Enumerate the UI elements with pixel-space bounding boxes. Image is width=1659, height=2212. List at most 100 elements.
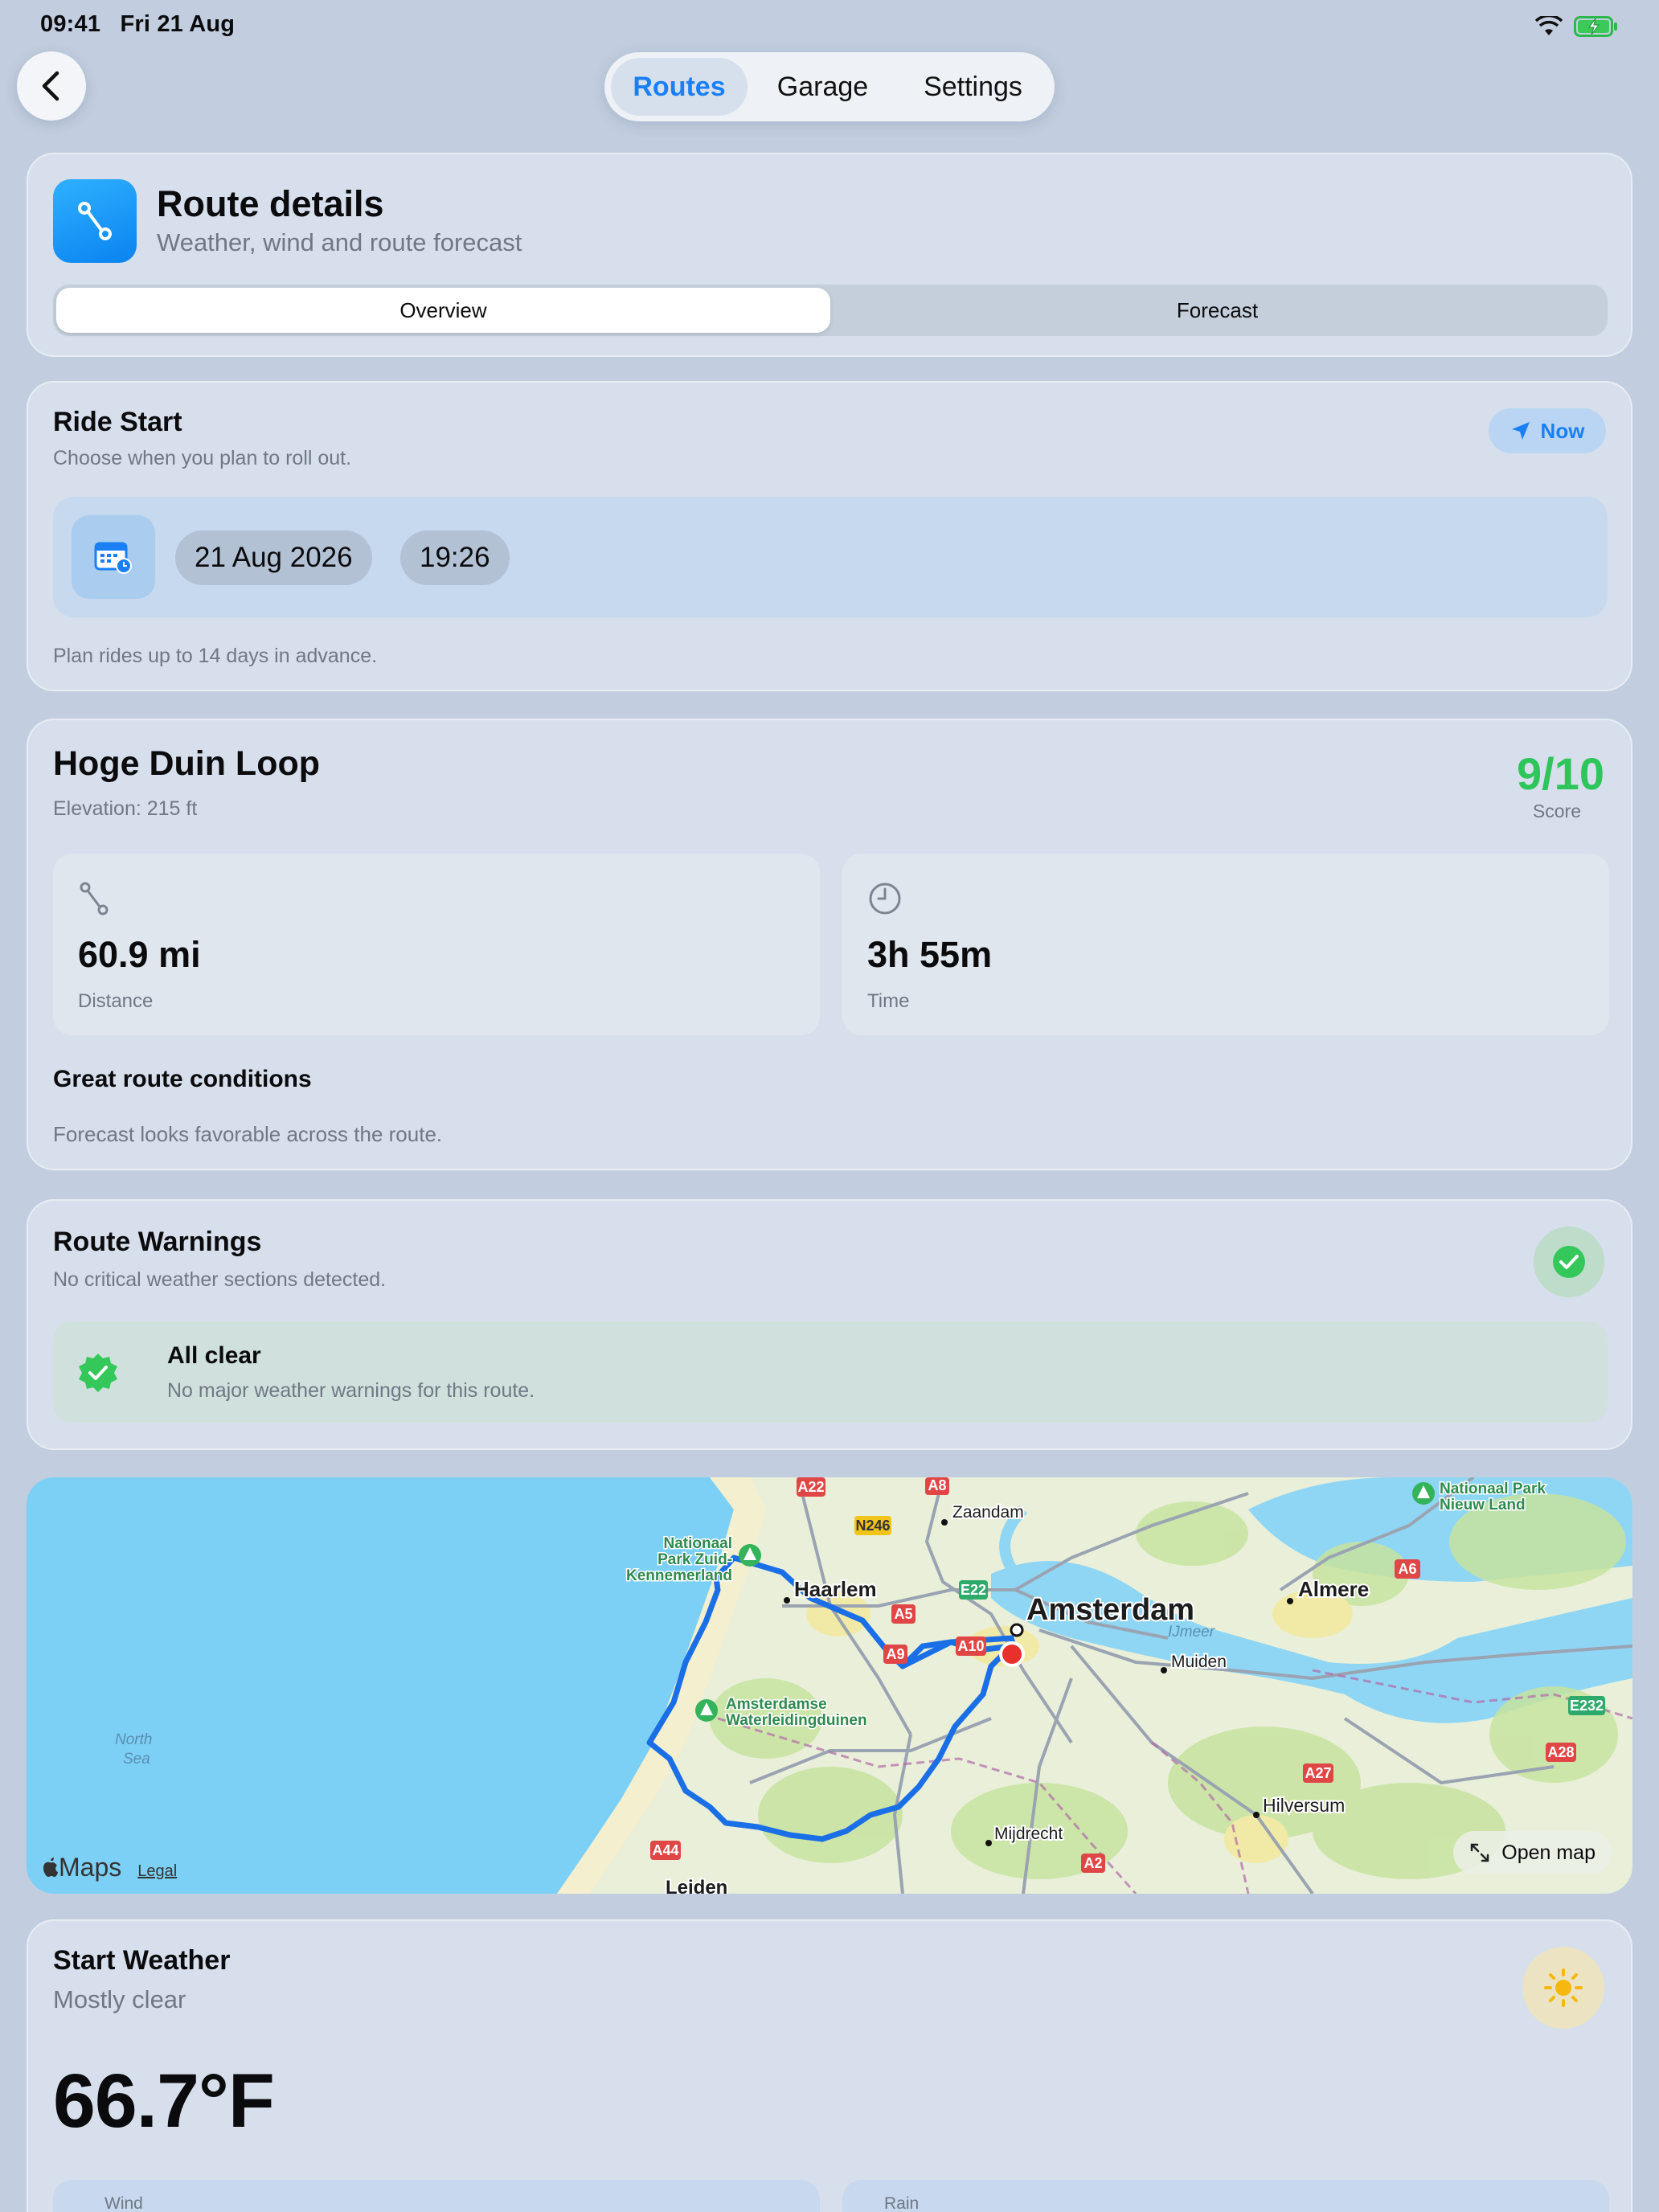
road-sign: A22 xyxy=(797,1479,824,1495)
road-sign: A44 xyxy=(652,1842,678,1858)
map-label-park: Kennemerland xyxy=(626,1567,732,1584)
tab-settings[interactable]: Settings xyxy=(898,58,1048,116)
route-warnings-card: Route Warnings No critical weather secti… xyxy=(27,1199,1632,1450)
top-tab-bar: Routes Garage Settings xyxy=(604,52,1055,121)
all-clear-banner: All clear No major weather warnings for … xyxy=(53,1321,1608,1423)
ride-start-title: Ride Start xyxy=(53,407,182,437)
park-marker-icon xyxy=(739,1544,761,1567)
road-sign: A6 xyxy=(1398,1561,1416,1577)
map-label-town: Mijdrecht xyxy=(994,1825,1063,1843)
road-sign: E22 xyxy=(961,1582,986,1598)
rain-label: Rain xyxy=(884,2194,920,2212)
park-marker-icon xyxy=(1412,1482,1435,1505)
map-label-town: Muiden xyxy=(1171,1653,1227,1671)
maps-attribution: Maps Legal xyxy=(41,1853,177,1882)
map-label-town: Hilversum xyxy=(1263,1795,1345,1816)
road-sign: A27 xyxy=(1305,1765,1331,1781)
warnings-title: Route Warnings xyxy=(53,1227,262,1257)
all-clear-text: No major weather warnings for this route… xyxy=(167,1379,535,1402)
park-marker-icon xyxy=(695,1699,718,1722)
status-date: Fri 21 Aug xyxy=(120,11,236,37)
map-label-park: Nationaal xyxy=(663,1535,732,1552)
map-label-park: Amsterdamse xyxy=(726,1696,827,1713)
map-label-city: Haarlem xyxy=(794,1577,877,1601)
warnings-subtitle: No critical weather sections detected. xyxy=(53,1268,387,1291)
distance-value: 60.9 mi xyxy=(78,934,201,975)
route-details-header-card: Route details Weather, wind and route fo… xyxy=(27,153,1632,357)
map-label-park: Waterleidingduinen xyxy=(726,1712,867,1729)
score-label: Score xyxy=(1532,801,1581,821)
plan-ahead-note: Plan rides up to 14 days in advance. xyxy=(53,645,378,667)
checkmark-circle-icon xyxy=(1534,1227,1604,1297)
open-map-label: Open map xyxy=(1501,1841,1596,1864)
route-icon xyxy=(53,179,137,263)
status-time: 09:41 xyxy=(40,11,101,37)
tab-garage[interactable]: Garage xyxy=(748,58,898,116)
time-picker[interactable]: 19:26 xyxy=(400,530,510,585)
segment-overview[interactable]: Overview xyxy=(56,288,830,333)
map-label-water: North xyxy=(115,1731,152,1748)
ride-start-subtitle: Choose when you plan to roll out. xyxy=(53,447,352,469)
segment-forecast[interactable]: Forecast xyxy=(830,288,1604,333)
rain-tile: Rain xyxy=(842,2180,1609,2212)
start-weather-title: Start Weather xyxy=(53,1945,231,1976)
road-sign: A8 xyxy=(928,1477,946,1493)
all-clear-title: All clear xyxy=(167,1342,261,1369)
map-label-park: Nieuw Land xyxy=(1440,1497,1526,1514)
checkmark-seal-icon xyxy=(79,1354,117,1392)
temperature-value: 66.7°F xyxy=(53,2058,275,2144)
overview-forecast-segmented-control: Overview Forecast xyxy=(53,285,1608,336)
calendar-clock-icon xyxy=(72,515,155,599)
expand-arrows-icon xyxy=(1471,1843,1489,1862)
conditions-title: Great route conditions xyxy=(53,1066,312,1092)
sun-icon xyxy=(1522,1947,1604,2029)
chevron-left-icon xyxy=(42,71,59,101)
distance-stat: 60.9 mi Distance xyxy=(53,854,820,1035)
road-sign: A28 xyxy=(1547,1744,1574,1760)
tab-routes[interactable]: Routes xyxy=(611,58,748,116)
maps-logo: Maps xyxy=(41,1853,121,1882)
battery-charging-icon xyxy=(1574,16,1617,37)
time-label: Time xyxy=(867,990,910,1012)
page-title: Route details xyxy=(157,183,384,224)
route-elevation: Elevation: 215 ft xyxy=(53,797,198,820)
map-label-park: Nationaal Park xyxy=(1440,1481,1546,1497)
distance-label: Distance xyxy=(78,990,154,1012)
route-name: Hoge Duin Loop xyxy=(53,744,320,783)
wind-tile: Wind xyxy=(53,2180,820,2212)
weather-condition: Mostly clear xyxy=(53,1985,186,2013)
route-map[interactable]: A22 A8 N246 E22 A5 A9 A10 A6 E232 A27 A2… xyxy=(27,1477,1632,1894)
legal-link[interactable]: Legal xyxy=(137,1862,177,1881)
wind-label: Wind xyxy=(104,2194,143,2212)
time-value: 3h 55m xyxy=(867,934,993,975)
now-button-label: Now xyxy=(1540,418,1585,443)
status-icons xyxy=(1535,16,1619,37)
now-button[interactable]: Now xyxy=(1489,408,1606,453)
location-arrow-icon xyxy=(1511,422,1530,440)
map-canvas[interactable]: A22 A8 N246 E22 A5 A9 A10 A6 E232 A27 A2… xyxy=(27,1477,1632,1894)
date-picker[interactable]: 21 Aug 2026 xyxy=(175,530,372,585)
time-stat: 3h 55m Time xyxy=(842,854,1609,1035)
start-weather-card: Start Weather Mostly clear 66.7°F Wind R… xyxy=(27,1919,1632,2212)
map-label-city: Leiden xyxy=(666,1877,727,1894)
apple-logo-icon xyxy=(43,1858,58,1877)
map-label-city: Amsterdam xyxy=(1026,1593,1194,1627)
map-label-city: Almere xyxy=(1298,1577,1369,1601)
route-icon xyxy=(80,882,109,916)
road-sign: A9 xyxy=(886,1646,904,1662)
map-label-park: Park Zuid- xyxy=(657,1551,732,1568)
back-button[interactable] xyxy=(17,51,86,121)
open-map-button[interactable]: Open map xyxy=(1453,1831,1612,1874)
wifi-icon xyxy=(1535,16,1563,35)
road-sign: E232 xyxy=(1570,1698,1604,1714)
date-time-picker: 21 Aug 2026 19:26 xyxy=(53,497,1608,617)
road-sign: A10 xyxy=(957,1638,984,1654)
conditions-text: Forecast looks favorable across the rout… xyxy=(53,1122,443,1146)
road-sign: A5 xyxy=(894,1606,912,1622)
road-sign: N246 xyxy=(855,1518,890,1534)
route-score: 9/10 xyxy=(1517,748,1604,799)
road-sign: A2 xyxy=(1083,1855,1102,1871)
route-summary-card: Hoge Duin Loop Elevation: 215 ft 9/10 Sc… xyxy=(27,719,1632,1170)
status-bar: 09:41 Fri 21 Aug xyxy=(40,11,248,38)
map-label-water: Sea xyxy=(123,1751,150,1768)
